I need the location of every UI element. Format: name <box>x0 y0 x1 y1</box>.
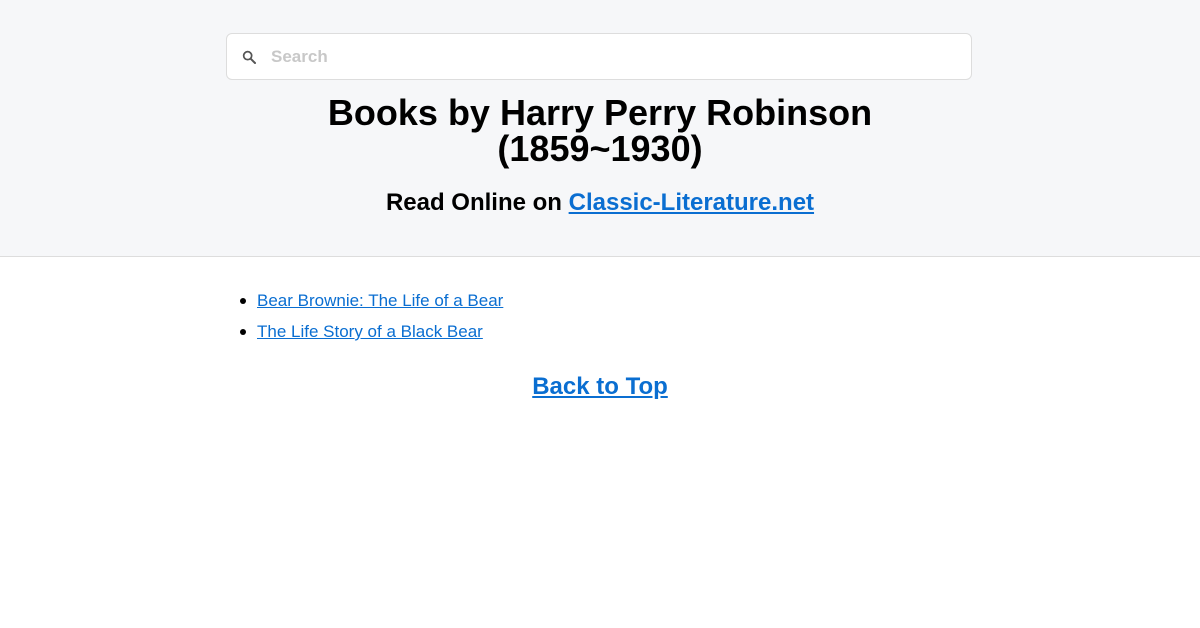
search-box[interactable] <box>226 33 972 80</box>
book-link-bear-brownie[interactable]: Bear Brownie: The Life of a Bear <box>257 291 503 310</box>
search-input[interactable] <box>271 34 971 79</box>
back-to-top-container: Back to Top <box>0 372 1200 402</box>
page-header: Books by Harry Perry Robinson (1859~1930… <box>0 0 1200 257</box>
list-item: Bear Brownie: The Life of a Bear <box>239 290 503 312</box>
classic-literature-link[interactable]: Classic-Literature.net <box>569 189 814 216</box>
page-title-line-2: (1859~1930) <box>497 128 703 169</box>
page-title: Books by Harry Perry Robinson (1859~1930… <box>0 95 1200 167</box>
page-subtitle: Read Online on Classic-Literature.net <box>0 188 1200 218</box>
list-item: The Life Story of a Black Bear <box>239 321 503 343</box>
back-to-top-link[interactable]: Back to Top <box>532 373 668 400</box>
search-icon <box>240 48 258 66</box>
subtitle-prefix: Read Online on <box>385 189 569 216</box>
book-link-black-bear[interactable]: The Life Story of a Black Bear <box>257 322 483 341</box>
page-title-line-1: Books by Harry Perry Robinson <box>327 92 873 133</box>
book-list: Bear Brownie: The Life of a Bear The Lif… <box>239 290 503 352</box>
